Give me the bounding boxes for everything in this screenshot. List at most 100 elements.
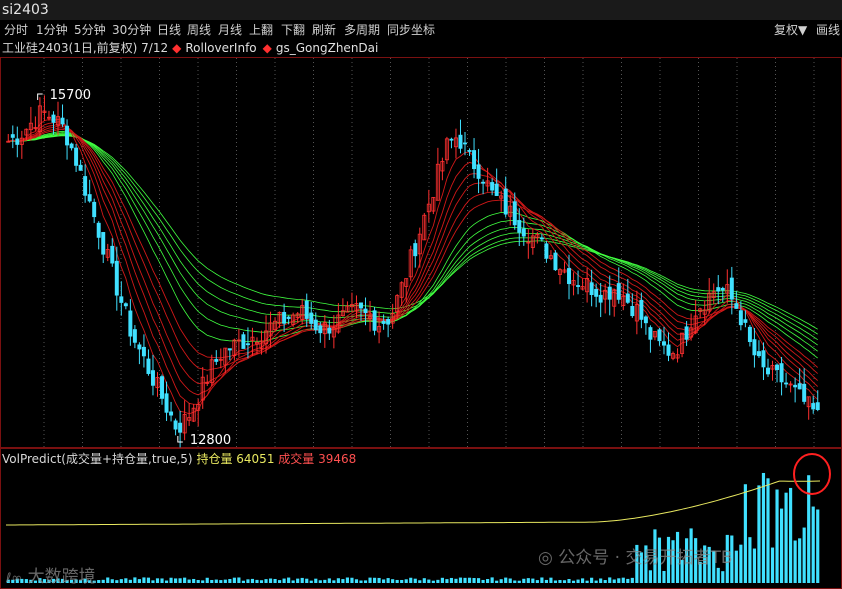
volume-bar (594, 580, 598, 583)
volume-bar (449, 577, 454, 583)
price-chart[interactable]: 15700 12800 (0, 0, 842, 589)
volume-bar (400, 579, 404, 583)
candle-body (463, 142, 467, 145)
candle-body (752, 339, 757, 356)
watermark-left-text: 大数跨境 (27, 567, 96, 587)
candle-body (114, 260, 119, 296)
volume-bar (354, 579, 359, 583)
candle-body (481, 181, 486, 184)
volume-bar (476, 578, 481, 583)
candle-body (625, 293, 630, 303)
volume-bar (540, 577, 544, 583)
volume-bar (101, 579, 105, 583)
candle-body (381, 320, 386, 324)
candle-body (65, 125, 70, 146)
volume-bar (223, 579, 227, 583)
volume-bar (291, 580, 295, 583)
volume-bar (300, 577, 304, 583)
watermark-right-text: 公众号 · 交易开拓者TB (558, 548, 733, 568)
candle-body (173, 420, 178, 430)
volume-bar (481, 579, 485, 583)
volume-bar (549, 577, 553, 583)
candle-body (449, 138, 454, 141)
candle-body (494, 183, 499, 196)
volume-bar (386, 578, 390, 583)
volume-value: 39468 (318, 452, 357, 466)
logo-icon: ℓ∞ (6, 571, 23, 586)
candle-body (756, 351, 761, 357)
high-label: 15700 (50, 88, 91, 103)
candle-body (643, 316, 648, 324)
highlight-circle (793, 453, 831, 495)
volume-bar (183, 577, 187, 583)
volume-bar (309, 580, 313, 583)
candle-body (503, 188, 508, 215)
volume-bar (332, 580, 336, 583)
candle-body (363, 308, 368, 314)
volume-bar (811, 506, 815, 583)
candle-body (743, 319, 748, 323)
volume-bar (250, 578, 255, 583)
candle-body (227, 348, 232, 351)
candle-body (797, 383, 802, 390)
volume-bar (553, 580, 558, 583)
candle-body (51, 114, 56, 123)
volume-bar (318, 580, 322, 583)
volume-bar (626, 578, 630, 583)
candle-body (413, 243, 418, 257)
volume-bar (770, 547, 775, 583)
candle-body (15, 138, 20, 145)
volume-bar (427, 579, 431, 583)
candle-body (598, 294, 603, 303)
candle-body (811, 403, 816, 410)
sub-legend: VolPredict(成交量+持仓量,true,5) 持仓量 64051 成交量… (2, 451, 356, 467)
volume-bar (359, 580, 363, 583)
volume-bar (752, 548, 757, 583)
volume-bar (440, 577, 444, 583)
volume-bar (214, 579, 218, 583)
candle-body (517, 220, 522, 233)
volume-bar (106, 577, 110, 583)
volume-bar (133, 577, 137, 583)
candle-body (490, 182, 495, 191)
volume-bar (305, 578, 309, 583)
volume-bar (151, 580, 155, 583)
volume-bar (816, 509, 820, 583)
volume-bar (128, 579, 132, 583)
volume-bar (350, 577, 354, 583)
candle-body (784, 382, 789, 385)
volume-bar (137, 579, 141, 583)
volume-bar (323, 579, 327, 583)
candle-body (815, 402, 820, 410)
volume-bar (259, 580, 264, 583)
low-label: 12800 (190, 433, 231, 448)
candle-body (738, 310, 743, 326)
volume-bar (422, 578, 426, 583)
volume-bar (146, 577, 151, 583)
volume-bar (499, 579, 503, 583)
volume-bar (761, 472, 766, 583)
volume-bar (345, 577, 350, 583)
volume-bar (798, 538, 802, 583)
volume-bar (278, 580, 282, 583)
volume-bar (621, 577, 625, 583)
volume-bar (164, 580, 169, 583)
volume-bar (454, 578, 458, 583)
volume-bar (255, 579, 259, 583)
volume-bar (327, 578, 331, 583)
volume-bar (268, 578, 273, 583)
volume-bar (748, 537, 752, 583)
volume-bar (314, 578, 318, 583)
volume-bar (97, 580, 101, 583)
volpredict-label: VolPredict(成交量+持仓量,true,5) (2, 452, 193, 466)
candle-body (576, 285, 581, 287)
volume-bar (585, 580, 589, 583)
candle-body (775, 364, 780, 370)
volume-bar (517, 580, 521, 583)
volume-bar (205, 577, 209, 583)
volume-bar (495, 580, 499, 583)
volume-bar (789, 487, 793, 583)
volume-bar (463, 577, 467, 583)
volume-bar (458, 577, 463, 583)
candle-body (544, 243, 549, 259)
